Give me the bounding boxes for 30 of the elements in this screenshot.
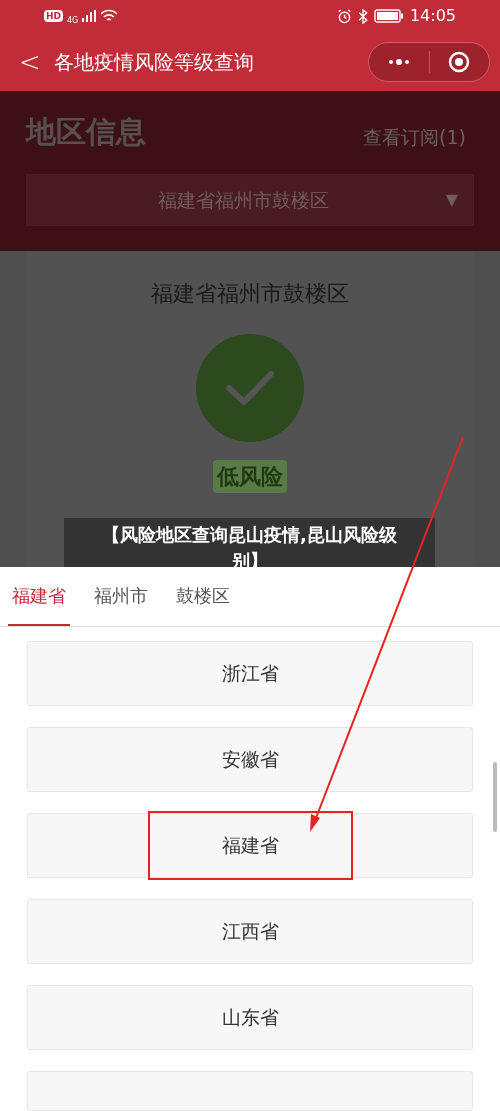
hd-indicator: HD [44,10,63,23]
option-label: 浙江省 [221,661,279,687]
back-button[interactable]: < [18,48,42,75]
dropdown-caret: ▼ [445,188,458,211]
battery-icon [373,9,404,24]
scrollbar [493,762,497,832]
highlight-frame: 福建省 [147,811,353,880]
section-heading: 地区信息 [26,112,146,151]
check-icon [225,369,275,406]
network-type: 4G [67,17,79,26]
alarm-icon [336,8,352,24]
option-label: 安徽省 [221,747,279,773]
region-tab[interactable]: 福建省 [8,567,70,626]
wifi-icon [100,9,119,24]
card-title: 福建省福州市鼓楼区 [151,279,349,308]
province-option[interactable]: 江西省 [27,899,473,964]
bluetooth-icon [357,8,368,24]
clock-time: 14:05 [409,5,456,28]
signal-icon [82,10,97,23]
option-label: 江西省 [221,919,279,945]
more-icon [387,58,410,65]
page-title: 各地疫情风险等级查询 [54,48,255,76]
target-icon [448,50,471,73]
province-option[interactable]: 安徽省 [27,727,473,792]
province-option[interactable]: 福建省 [27,813,473,878]
risk-level: 低风险 [213,459,287,493]
dropdown-value: 福建省福州市鼓楼区 [157,187,331,213]
province-option[interactable]: 山东省 [27,985,473,1050]
province-option[interactable]: 浙江省 [27,641,473,706]
option-label: 山东省 [221,1005,279,1031]
